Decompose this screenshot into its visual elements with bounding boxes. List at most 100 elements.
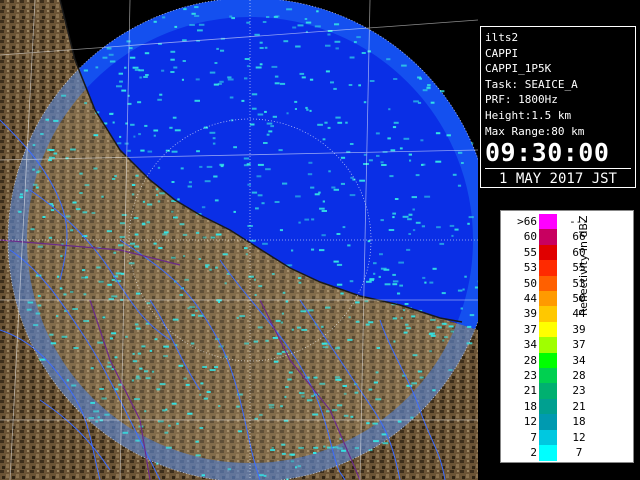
legend-upper-bound: 28 (572, 369, 586, 382)
echo-pixel (214, 62, 218, 64)
echo-pixel (135, 292, 141, 295)
echo-pixel (188, 181, 192, 184)
echo-pixel (337, 121, 343, 124)
echo-pixel (174, 25, 178, 28)
legend-lower-bound: 53 (523, 261, 537, 275)
echo-pixel (305, 106, 308, 109)
echo-pixel (257, 113, 264, 116)
echo-pixel (364, 300, 369, 303)
echo-pixel (81, 276, 87, 279)
legend-color-swatch (539, 383, 557, 400)
echo-pixel (330, 81, 334, 84)
legend-upper-bound: 21 (572, 399, 586, 413)
legend-color-swatch (539, 398, 557, 415)
echo-pixel (337, 404, 343, 407)
echo-pixel (199, 393, 202, 396)
echo-pixel (111, 278, 115, 281)
echo-pixel (224, 282, 227, 285)
echo-pixel (132, 66, 139, 69)
echo-pixel (219, 80, 224, 83)
echo-pixel (114, 356, 118, 359)
echo-pixel (131, 193, 135, 196)
echo-pixel (93, 410, 99, 413)
echo-pixel (289, 453, 296, 456)
echo-pixel (259, 63, 263, 66)
echo-pixel (322, 200, 325, 203)
echo-pixel (79, 192, 83, 194)
echo-pixel (236, 316, 239, 319)
legend-row: 60 66 (501, 229, 633, 246)
echo-pixel (57, 275, 60, 278)
echo-pixel (327, 446, 331, 449)
echo-pixel (237, 393, 243, 396)
echo-pixel (457, 184, 462, 187)
echo-pixel (199, 427, 204, 429)
echo-pixel (417, 370, 423, 373)
echo-pixel (403, 331, 408, 334)
echo-pixel (84, 102, 88, 105)
legend-color-swatch (539, 244, 557, 261)
echo-pixel (311, 395, 314, 398)
echo-pixel (373, 381, 378, 384)
echo-pixel (270, 125, 274, 128)
echo-pixel (392, 273, 396, 276)
echo-pixel (439, 242, 445, 245)
echo-pixel (171, 402, 177, 405)
echo-pixel (144, 410, 147, 413)
radar-map[interactable] (0, 0, 478, 480)
product-name: CAPPI (485, 46, 519, 60)
legend-lower-bound: 50 (523, 276, 537, 290)
echo-pixel (139, 367, 143, 370)
legend-lower-bound: 21 (523, 384, 537, 398)
echo-pixel (259, 413, 263, 416)
echo-pixel (313, 452, 317, 454)
echo-pixel (405, 323, 409, 326)
echo-pixel (381, 164, 387, 166)
echo-pixel (49, 333, 54, 336)
echo-pixel (306, 399, 313, 402)
echo-pixel (56, 315, 59, 318)
echo-pixel (83, 293, 87, 296)
echo-pixel (264, 46, 268, 49)
echo-pixel (205, 265, 209, 268)
echo-pixel (113, 251, 117, 254)
echo-pixel (48, 236, 53, 239)
echo-pixel (392, 216, 395, 219)
echo-pixel (134, 245, 140, 248)
echo-pixel (130, 242, 136, 245)
echo-pixel (429, 350, 432, 353)
echo-pixel (124, 66, 127, 69)
echo-pixel (262, 21, 267, 23)
echo-pixel (272, 115, 277, 118)
echo-pixel (30, 228, 35, 231)
echo-pixel (53, 152, 58, 155)
echo-pixel (276, 352, 282, 355)
echo-pixel (282, 182, 288, 185)
legend-row: 34 37 (501, 337, 633, 354)
echo-pixel (436, 326, 442, 329)
echo-pixel (238, 430, 243, 433)
echo-pixel (209, 369, 216, 371)
echo-pixel (304, 18, 308, 20)
echo-pixel (183, 377, 187, 380)
echo-pixel (335, 47, 339, 50)
echo-pixel (177, 198, 180, 201)
echo-pixel (279, 229, 283, 232)
echo-pixel (259, 41, 263, 44)
echo-pixel (353, 41, 357, 44)
echo-pixel (158, 420, 164, 423)
echo-pixel (135, 327, 141, 330)
echo-pixel (194, 15, 200, 17)
echo-pixel (172, 116, 177, 119)
echo-pixel (368, 388, 373, 391)
echo-pixel (361, 52, 366, 54)
echo-pixel (101, 195, 104, 198)
echo-pixel (145, 74, 149, 76)
echo-pixel (430, 334, 436, 337)
echo-pixel (203, 397, 209, 400)
echo-pixel (251, 191, 258, 194)
echo-pixel (408, 153, 412, 156)
echo-pixel (215, 266, 218, 269)
echo-pixel (356, 36, 361, 39)
echo-pixel (363, 101, 367, 104)
